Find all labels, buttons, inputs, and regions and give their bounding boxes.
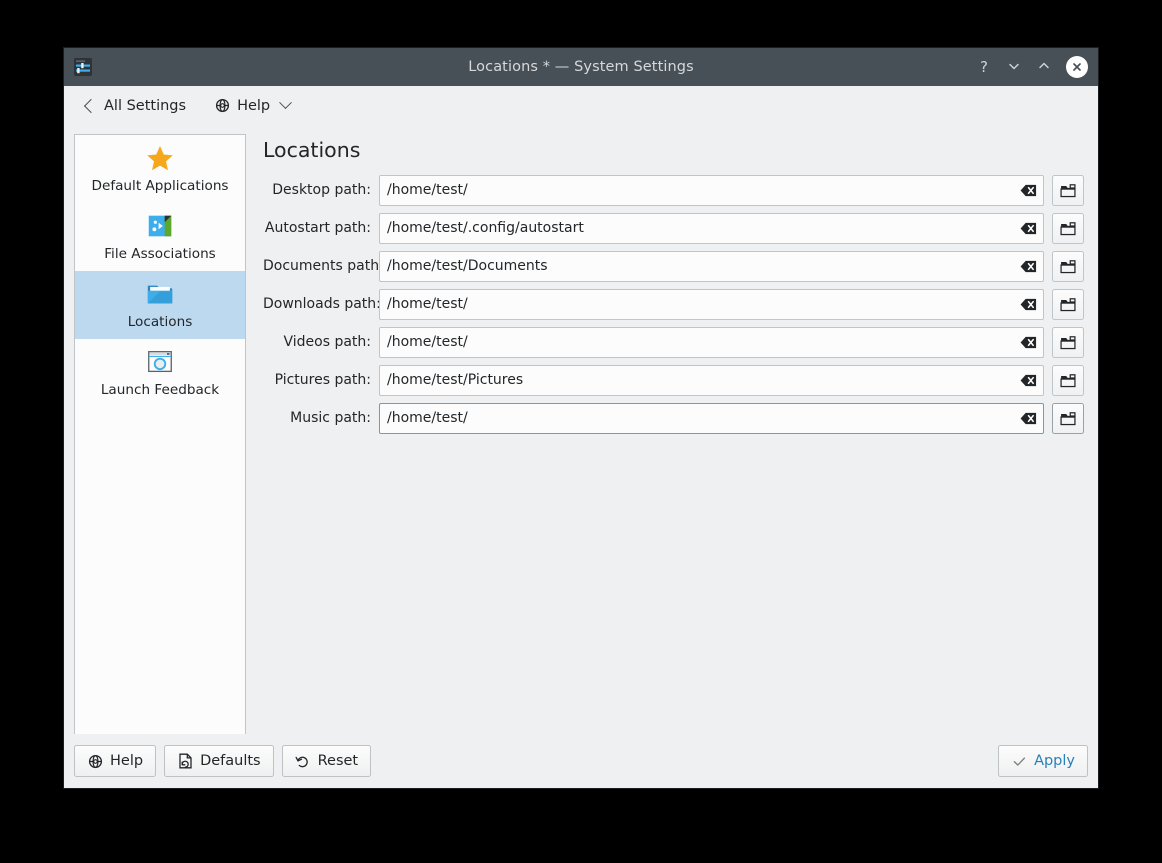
field-label: Music path: xyxy=(263,410,379,426)
music-path-input-wrap[interactable] xyxy=(379,403,1044,434)
folder-icon xyxy=(144,278,176,310)
launch-feedback-icon xyxy=(144,346,176,378)
field-label: Autostart path: xyxy=(263,220,379,236)
window-title: Locations * — System Settings xyxy=(64,59,1098,75)
window-titlebar[interactable]: Locations * — System Settings ? xyxy=(64,48,1098,86)
help-button[interactable]: Help xyxy=(74,745,156,777)
open-folder-icon xyxy=(1060,183,1076,198)
all-settings-label: All Settings xyxy=(104,98,186,114)
desktop-path-input-wrap[interactable] xyxy=(379,175,1044,206)
sidebar-item-locations[interactable]: Locations xyxy=(75,271,245,339)
chevron-left-icon xyxy=(84,98,98,112)
document-revert-icon xyxy=(177,753,193,769)
autostart-path-input[interactable] xyxy=(387,214,1014,243)
help-icon xyxy=(214,98,230,114)
window-body: Default Applications File Associa xyxy=(64,126,1098,734)
clear-text-backspace-icon[interactable] xyxy=(1018,334,1038,350)
sidebar-item-label: File Associations xyxy=(104,247,216,262)
music-path-input[interactable] xyxy=(387,404,1014,433)
open-folder-button[interactable] xyxy=(1052,213,1084,244)
checkmark-icon xyxy=(1011,753,1027,769)
sidebar-item-label: Locations xyxy=(128,315,193,330)
form-row-pictures-path: Pictures path: xyxy=(263,365,1084,396)
sidebar-item-label: Launch Feedback xyxy=(101,383,219,398)
clear-text-backspace-icon[interactable] xyxy=(1018,220,1038,236)
field-label: Documents path: xyxy=(263,258,379,274)
form-row-music-path: Music path: xyxy=(263,403,1084,434)
open-folder-button[interactable] xyxy=(1052,251,1084,282)
undo-arrow-icon xyxy=(295,753,311,769)
close-icon[interactable] xyxy=(1066,56,1088,78)
all-settings-button[interactable]: All Settings xyxy=(78,94,194,118)
field-label: Videos path: xyxy=(263,334,379,350)
screen: Locations * — System Settings ? xyxy=(0,0,1162,863)
field-label: Pictures path: xyxy=(263,372,379,388)
system-settings-sliders-icon xyxy=(72,56,94,78)
desktop-path-input[interactable] xyxy=(387,176,1014,205)
form-row-desktop-path: Desktop path: xyxy=(263,175,1084,206)
maximize-icon[interactable] xyxy=(1036,59,1052,76)
videos-path-input[interactable] xyxy=(387,328,1014,357)
star-icon xyxy=(144,142,176,174)
videos-path-input-wrap[interactable] xyxy=(379,327,1044,358)
chevron-down-icon xyxy=(279,96,292,109)
open-folder-icon xyxy=(1060,259,1076,274)
form-row-videos-path: Videos path: xyxy=(263,327,1084,358)
apply-button[interactable]: Apply xyxy=(998,745,1088,777)
open-folder-button[interactable] xyxy=(1052,403,1084,434)
window-controls: ? xyxy=(976,56,1088,78)
main-panel: Locations Desktop path: xyxy=(246,126,1098,734)
autostart-path-input-wrap[interactable] xyxy=(379,213,1044,244)
open-folder-icon xyxy=(1060,373,1076,388)
open-folder-icon xyxy=(1060,411,1076,426)
help-window-button[interactable]: ? xyxy=(976,60,992,75)
clear-text-backspace-icon[interactable] xyxy=(1018,410,1038,426)
pictures-path-input-wrap[interactable] xyxy=(379,365,1044,396)
apply-button-label: Apply xyxy=(1034,753,1075,769)
clear-text-backspace-icon[interactable] xyxy=(1018,182,1038,198)
footer-button-bar: Help Defaults xyxy=(64,734,1098,788)
help-menu-button[interactable]: Help xyxy=(206,94,298,118)
clear-text-backspace-icon[interactable] xyxy=(1018,258,1038,274)
pictures-path-input[interactable] xyxy=(387,366,1014,395)
defaults-button[interactable]: Defaults xyxy=(164,745,274,777)
locations-form: Desktop path: Autostart p xyxy=(263,175,1084,434)
settings-sidebar: Default Applications File Associa xyxy=(74,134,246,734)
documents-path-input[interactable] xyxy=(387,252,1014,281)
reset-button-label: Reset xyxy=(318,753,359,769)
help-button-label: Help xyxy=(110,753,143,769)
sidebar-item-default-applications[interactable]: Default Applications xyxy=(75,135,245,203)
sidebar-item-file-associations[interactable]: File Associations xyxy=(75,203,245,271)
help-menu-label: Help xyxy=(237,98,270,114)
system-settings-window: Locations * — System Settings ? xyxy=(64,48,1098,788)
open-folder-icon xyxy=(1060,221,1076,236)
form-row-downloads-path: Downloads path: xyxy=(263,289,1084,320)
open-folder-button[interactable] xyxy=(1052,327,1084,358)
file-associations-icon xyxy=(144,210,176,242)
clear-text-backspace-icon[interactable] xyxy=(1018,372,1038,388)
reset-button[interactable]: Reset xyxy=(282,745,372,777)
downloads-path-input[interactable] xyxy=(387,290,1014,319)
open-folder-button[interactable] xyxy=(1052,175,1084,206)
defaults-button-label: Defaults xyxy=(200,753,261,769)
documents-path-input-wrap[interactable] xyxy=(379,251,1044,282)
field-label: Downloads path: xyxy=(263,296,379,312)
open-folder-icon xyxy=(1060,297,1076,312)
open-folder-button[interactable] xyxy=(1052,365,1084,396)
clear-text-backspace-icon[interactable] xyxy=(1018,296,1038,312)
sidebar-item-label: Default Applications xyxy=(91,179,228,194)
open-folder-icon xyxy=(1060,335,1076,350)
page-title: Locations xyxy=(263,140,1084,161)
form-row-autostart-path: Autostart path: xyxy=(263,213,1084,244)
field-label: Desktop path: xyxy=(263,182,379,198)
downloads-path-input-wrap[interactable] xyxy=(379,289,1044,320)
minimize-icon[interactable] xyxy=(1006,59,1022,76)
open-folder-button[interactable] xyxy=(1052,289,1084,320)
main-toolbar: All Settings Help xyxy=(64,86,1098,126)
form-row-documents-path: Documents path: xyxy=(263,251,1084,282)
help-icon xyxy=(87,753,103,769)
sidebar-item-launch-feedback[interactable]: Launch Feedback xyxy=(75,339,245,407)
